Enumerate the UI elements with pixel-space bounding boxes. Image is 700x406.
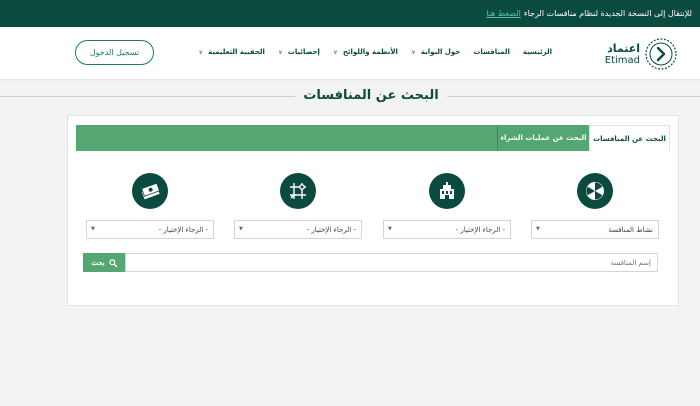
- map-icon: [280, 173, 316, 209]
- search-icon: [108, 258, 117, 267]
- competition-activity-icon: [577, 173, 613, 209]
- region-select[interactable]: - الرجاء الإختيار - ▼: [234, 220, 362, 239]
- nav-item-education[interactable]: الحقيبة التعليمية ∨: [198, 48, 265, 56]
- nav-item-about[interactable]: حول البوابة ∨: [411, 48, 460, 56]
- chevron-down-icon: ∨: [277, 48, 283, 56]
- page-title: البحث عن المنافسات: [303, 88, 439, 103]
- announcement-text: للإنتقال إلى النسخة الجديدة لنظام منافسا…: [523, 9, 692, 18]
- competition-activity-select[interactable]: نشاط المنافسة ▼: [531, 220, 659, 239]
- value-select[interactable]: - الرجاء الإختيار - ▼: [86, 220, 214, 239]
- login-button[interactable]: تسجيل الدخول: [75, 40, 154, 65]
- nav-item-regulations[interactable]: الأنظمة واللوائح ∨: [333, 48, 398, 56]
- logo-english: Etimad: [604, 55, 640, 66]
- competition-name-input[interactable]: [125, 253, 658, 272]
- search-panel: البحث عن المنافسات البحث عن عمليات الشرا…: [67, 115, 679, 306]
- nav-item-label: حول البوابة: [420, 48, 461, 56]
- search-button[interactable]: بحث: [83, 253, 125, 272]
- chevron-down-icon: ∨: [410, 48, 416, 56]
- nav-item-label: المنافسات: [473, 48, 510, 56]
- chevron-down-icon: ∨: [332, 48, 338, 56]
- announcement-bar: للإنتقال إلى النسخة الجديدة لنظام منافسا…: [0, 0, 700, 27]
- site-header: تسجيل الدخول الرئيسية المنافسات حول البو…: [0, 27, 700, 79]
- select-value: - الرجاء الإختيار -: [306, 225, 356, 234]
- logo-text: اعتماد Etimad: [605, 42, 640, 66]
- etimad-logo[interactable]: اعتماد Etimad: [605, 37, 678, 71]
- nav-item-label: الرئيسية: [522, 48, 552, 56]
- select-value: - الرجاء الإختيار -: [158, 225, 208, 234]
- select-value: نشاط المنافسة: [608, 225, 653, 234]
- building-icon: [429, 173, 465, 209]
- etimad-logo-icon: [645, 38, 677, 70]
- select-value: - الرجاء الإختيار -: [455, 225, 505, 234]
- nav-item-label: الحقيبة التعليمية: [208, 48, 265, 56]
- search-button-label: بحث: [91, 259, 105, 267]
- page-title-row: البحث عن المنافسات: [0, 88, 700, 106]
- nav-item-home[interactable]: الرئيسية: [523, 48, 552, 56]
- chevron-down-icon: ▼: [91, 226, 95, 232]
- logo-arabic: اعتماد: [607, 42, 640, 55]
- chevron-down-icon: ∨: [198, 48, 204, 56]
- nav-item-label: إحصائيات: [287, 48, 320, 56]
- main-nav: الرئيسية المنافسات حول البوابة ∨ الأنظمة…: [185, 48, 552, 56]
- title-divider: [0, 96, 295, 97]
- nav-item-competitions[interactable]: المنافسات: [473, 48, 510, 56]
- money-icon: [132, 173, 168, 209]
- nav-item-statistics[interactable]: إحصائيات ∨: [278, 48, 320, 56]
- tab-search-competitions[interactable]: البحث عن المنافسات: [589, 125, 670, 152]
- announcement-link[interactable]: الضغط هنا: [486, 9, 521, 18]
- title-divider: [447, 96, 700, 97]
- chevron-down-icon: ▼: [388, 226, 392, 232]
- tab-search-purchases[interactable]: البحث عن عمليات الشراء: [497, 125, 589, 151]
- nav-item-label: الأنظمة واللوائح: [342, 48, 398, 56]
- search-tabs: البحث عن المنافسات البحث عن عمليات الشرا…: [76, 125, 670, 152]
- chevron-down-icon: ▼: [239, 226, 243, 232]
- chevron-down-icon: ▼: [536, 226, 540, 232]
- entity-select[interactable]: - الرجاء الإختيار - ▼: [383, 220, 511, 239]
